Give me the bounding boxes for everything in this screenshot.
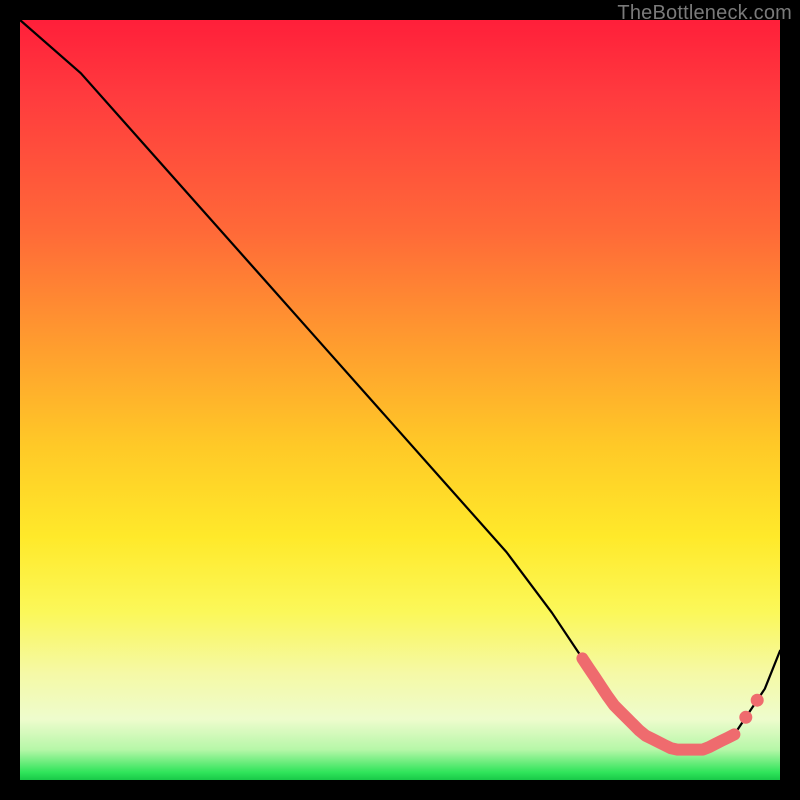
highlight-region	[582, 658, 734, 749]
chart-stage: TheBottleneck.com	[0, 0, 800, 800]
highlight-dot	[739, 711, 752, 724]
chart-overlay	[20, 20, 780, 780]
plot-area	[20, 20, 780, 780]
bottleneck-curve	[20, 20, 780, 750]
highlight-dot	[751, 694, 764, 707]
